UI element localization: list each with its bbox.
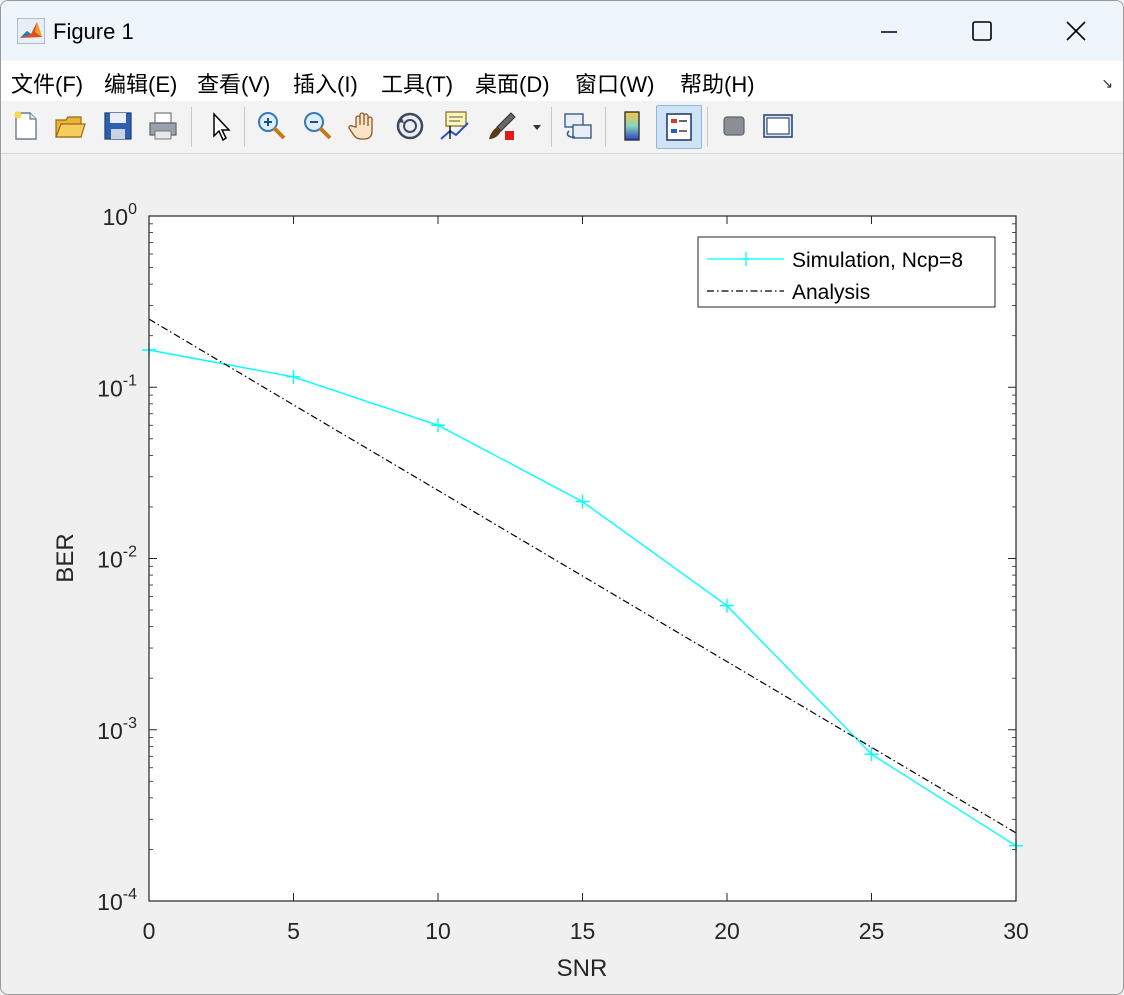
maximize-button[interactable] xyxy=(962,13,1002,49)
menu-window[interactable]: 窗口(W) xyxy=(575,67,654,99)
minimize-icon xyxy=(881,31,897,33)
data-cursor-icon[interactable] xyxy=(438,109,472,143)
x-tick-label: 0 xyxy=(143,918,156,944)
x-axis-label: SNR xyxy=(557,955,608,982)
x-tick-label: 30 xyxy=(1003,918,1029,944)
y-tick-label: 100 xyxy=(103,201,138,230)
y-tick-label: 10-4 xyxy=(97,886,137,915)
minimize-button[interactable] xyxy=(869,13,909,49)
matlab-logo-icon xyxy=(17,18,45,44)
zoom-out-icon[interactable] xyxy=(301,109,335,143)
menu-help[interactable]: 帮助(H) xyxy=(680,67,755,99)
legend-simulation-label: Simulation, Ncp=8 xyxy=(792,249,963,272)
title-bar: Figure 1 xyxy=(1,1,1123,61)
zoom-in-icon[interactable] xyxy=(255,109,289,143)
colorbar-icon[interactable] xyxy=(615,109,649,143)
open-file-icon[interactable] xyxy=(53,109,87,143)
toolbar-separator xyxy=(244,107,245,147)
y-axis-label: BER xyxy=(52,533,79,582)
figure-window: Figure 1 文件(F) 编辑(E) 查看(V) 插入(I) 工具(T) 桌… xyxy=(0,0,1124,995)
show-plot-tools-icon[interactable] xyxy=(761,109,795,143)
toolbar xyxy=(1,101,1123,154)
legend-analysis-label: Analysis xyxy=(792,281,870,304)
menu-view[interactable]: 查看(V) xyxy=(197,67,270,99)
plot-area xyxy=(149,216,1016,901)
legend-icon xyxy=(666,113,692,141)
legend-button[interactable] xyxy=(656,105,702,149)
rotate-3d-icon[interactable] xyxy=(393,109,427,143)
x-tick-label: 10 xyxy=(425,918,451,944)
menu-file[interactable]: 文件(F) xyxy=(11,67,83,99)
toolbar-separator xyxy=(707,107,708,147)
chevron-down-icon[interactable] xyxy=(531,121,543,133)
y-tick-label: 10-2 xyxy=(97,544,137,573)
x-tick-label: 20 xyxy=(714,918,740,944)
maximize-icon xyxy=(972,21,992,41)
menu-edit[interactable]: 编辑(E) xyxy=(104,67,177,99)
ber-chart[interactable]: 0 5 10 15 20 25 30 100 10-1 10-2 10-3 10-4 SNR BER… xyxy=(1,154,1123,994)
menu-insert[interactable]: 插入(I) xyxy=(293,67,358,99)
x-tick-label: 5 xyxy=(287,918,300,944)
brush-icon[interactable] xyxy=(485,109,519,143)
close-icon xyxy=(1066,21,1086,41)
toolbar-separator xyxy=(605,107,606,147)
x-tick-label: 25 xyxy=(859,918,885,944)
toolbar-separator xyxy=(551,107,552,147)
pointer-icon[interactable] xyxy=(203,109,237,143)
link-plot-icon[interactable] xyxy=(561,109,595,143)
menu-tools[interactable]: 工具(T) xyxy=(381,67,453,99)
undock-arrow-icon[interactable]: ↘ xyxy=(1101,75,1113,92)
x-tick-label: 15 xyxy=(570,918,596,944)
figure-canvas: 0 5 10 15 20 25 30 100 10-1 10-2 10-3 10-4 SNR BER… xyxy=(1,154,1123,994)
new-figure-icon[interactable] xyxy=(9,109,43,143)
pan-icon[interactable] xyxy=(347,109,381,143)
save-icon[interactable] xyxy=(101,109,135,143)
menu-bar: 文件(F) 编辑(E) 查看(V) 插入(I) 工具(T) 桌面(D) 窗口(W… xyxy=(1,61,1123,101)
print-icon[interactable] xyxy=(146,109,180,143)
y-tick-label: 10-1 xyxy=(97,372,137,401)
toolbar-separator xyxy=(191,107,192,147)
window-title: Figure 1 xyxy=(53,19,134,44)
hide-plot-tools-icon[interactable] xyxy=(717,109,751,143)
y-tick-label: 10-3 xyxy=(97,715,137,744)
legend[interactable]: Simulation, Ncp=8 Analysis xyxy=(697,236,996,308)
menu-desktop[interactable]: 桌面(D) xyxy=(475,67,550,99)
close-button[interactable] xyxy=(1056,13,1096,49)
